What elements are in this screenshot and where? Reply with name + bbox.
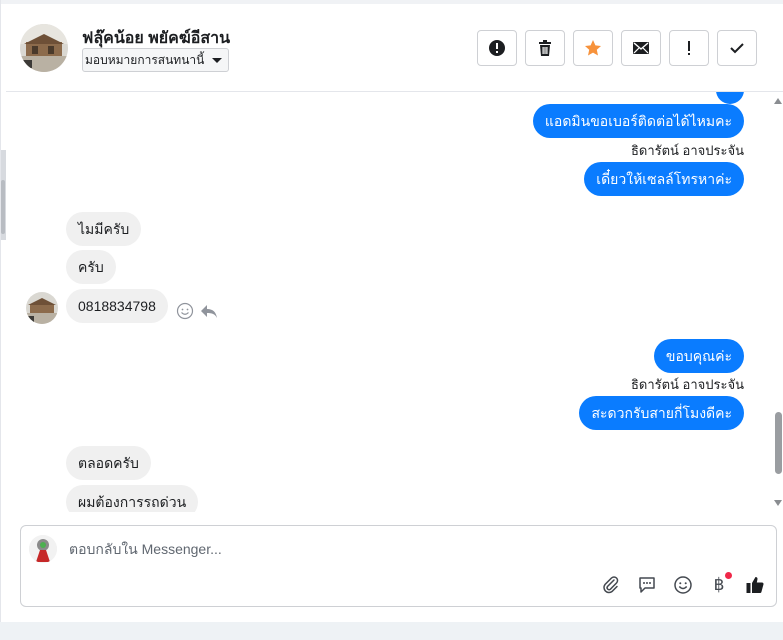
mark-spam-button[interactable]	[477, 30, 517, 66]
scroll-down-arrow-icon[interactable]	[774, 500, 782, 506]
message-bubble-incoming[interactable]: ครับ	[66, 250, 116, 284]
emoji-button[interactable]	[672, 574, 694, 596]
conversation-header: ฟลุ๊คน้อย พยัคฆ์อีสาน มอบหมายการสนทนานี้	[6, 4, 783, 92]
reply-composer: ฿	[20, 525, 777, 607]
react-smiley-icon[interactable]	[175, 301, 195, 321]
mark-done-button[interactable]	[717, 30, 757, 66]
payment-button[interactable]: ฿	[708, 572, 732, 596]
thumbs-up-icon	[746, 577, 764, 593]
star-button[interactable]	[573, 30, 613, 66]
check-icon	[730, 43, 744, 54]
exclamation-icon	[688, 41, 690, 55]
baht-icon: ฿	[713, 575, 725, 595]
left-edge-scroll-thumb[interactable]	[1, 180, 5, 234]
scroll-thumb[interactable]	[775, 412, 782, 474]
sender-name: ธิดารัตน์ อาจประจัน	[630, 143, 744, 158]
thread-scrollbar[interactable]	[772, 92, 783, 512]
assign-dropdown-label: มอบหมายการสนทนานี้	[85, 53, 205, 67]
message-bubble-outgoing[interactable]: สะดวกรับสายกี่โมงดีคะ	[579, 396, 744, 430]
composer-tools: ฿	[600, 572, 766, 596]
paperclip-icon	[603, 576, 619, 594]
star-icon	[585, 40, 601, 56]
alert-icon	[489, 40, 505, 56]
like-button[interactable]	[744, 574, 766, 596]
sender-name: ธิดารัตน์ อาจประจัน	[630, 377, 744, 392]
message-bubble-incoming[interactable]: ไมมีครับ	[66, 212, 142, 246]
smiley-icon	[674, 576, 692, 594]
message-bubble-incoming[interactable]: 0818834798	[66, 289, 168, 323]
message-bubble-incoming[interactable]: ตลอดครับ	[66, 446, 151, 480]
reply-input[interactable]	[69, 538, 729, 560]
message-thread: แอดมินขอเบอร์ติดต่อได้ไหมคะ ธิดารัตน์ อา…	[6, 92, 770, 512]
notification-dot	[725, 572, 732, 579]
message-bubble-incoming[interactable]: ผมต้องการรถด่วน	[66, 485, 199, 512]
header-actions	[477, 30, 757, 66]
attach-file-button[interactable]	[600, 574, 622, 596]
caret-down-icon	[212, 58, 223, 63]
assign-conversation-dropdown[interactable]: มอบหมายการสนทนานี้	[82, 48, 230, 72]
envelope-icon	[633, 42, 649, 54]
speech-bubble-icon	[639, 577, 655, 593]
message-bubble-outgoing[interactable]: แอดมินขอเบอร์ติดต่อได้ไหมคะ	[532, 104, 744, 138]
trash-icon	[539, 40, 551, 56]
contact-avatar[interactable]	[20, 24, 68, 72]
follow-up-button[interactable]	[669, 30, 709, 66]
reply-arrow-icon[interactable]	[199, 301, 219, 321]
message-bubble-outgoing[interactable]: ขอบคุณค่ะ	[653, 339, 744, 373]
delete-button[interactable]	[525, 30, 565, 66]
scroll-up-arrow-icon[interactable]	[774, 98, 782, 104]
message-bubble-partial[interactable]	[716, 92, 744, 104]
saved-replies-button[interactable]	[636, 574, 658, 596]
conversation-panel: ฟลุ๊คน้อย พยัคฆ์อีสาน มอบหมายการสนทนานี้	[0, 0, 783, 622]
page-avatar	[29, 535, 57, 563]
message-bubble-outgoing[interactable]: เดี๋ยวให้เซลล์โทรหาค่ะ	[584, 162, 744, 196]
mark-unread-button[interactable]	[621, 30, 661, 66]
sender-avatar[interactable]	[26, 292, 58, 324]
